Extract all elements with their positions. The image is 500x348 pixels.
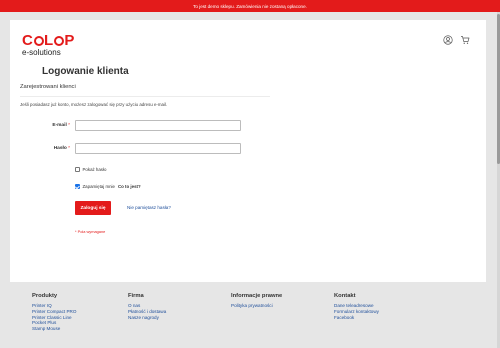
remember-me-row: Zapamiętaj mnie Co to jest? bbox=[75, 184, 141, 189]
footer-column-title: Firma bbox=[128, 293, 144, 299]
footer-link[interactable]: Polityka prywatności bbox=[231, 303, 282, 309]
logo-o-ring bbox=[33, 36, 44, 46]
footer-column-legal: Informacje prawne Polityka prywatności bbox=[231, 293, 282, 309]
header-icons bbox=[443, 35, 470, 45]
show-password-row: Pokaż hasło bbox=[75, 167, 106, 172]
password-label-text: Hasło bbox=[53, 146, 67, 151]
required-asterisk: * bbox=[68, 146, 70, 151]
logo-o-ring bbox=[53, 36, 64, 46]
footer-column-title: Informacje prawne bbox=[231, 293, 283, 299]
footer-link[interactable]: Płatność i dostawa bbox=[128, 309, 166, 315]
password-label: Hasło * bbox=[10, 146, 70, 151]
logo-letter-p: P bbox=[64, 32, 75, 49]
required-asterisk: * bbox=[68, 123, 70, 128]
remember-me-label: Zapamiętaj mnie bbox=[82, 184, 115, 189]
login-button[interactable]: Zaloguj się bbox=[75, 201, 111, 215]
footer-column-contact: Kontakt Dane teleadresowe Formularz kont… bbox=[334, 293, 379, 320]
section-divider bbox=[20, 96, 270, 97]
what-is-this-link[interactable]: Co to jest? bbox=[118, 184, 141, 189]
logo-letter-l: L bbox=[44, 32, 54, 49]
intro-text: Jeśli posiadasz już konto, możesz zalogo… bbox=[20, 102, 168, 107]
forgot-password-link[interactable]: Nie pamiętasz hasła? bbox=[127, 205, 171, 210]
demo-notice-bar: To jest demo sklepu. Zamówienia nie zost… bbox=[0, 0, 500, 12]
footer-column-title: Kontakt bbox=[334, 293, 356, 299]
footer-column-products: Produkty Printer IQ Printer Compact PRO … bbox=[32, 293, 76, 332]
login-page-card: C L P e-solutions Logowanie klienta Zare… bbox=[10, 20, 486, 282]
demo-notice-text: To jest demo sklepu. Zamówienia nie zost… bbox=[193, 3, 307, 9]
logo-letter-c: C bbox=[22, 32, 34, 49]
logo-wordmark: C L P bbox=[22, 32, 75, 49]
footer-link[interactable]: Facebook bbox=[334, 315, 379, 321]
footer-column-company: Firma O nas Płatność i dostawa Nasze nag… bbox=[128, 293, 166, 320]
footer-link[interactable]: Printer Compact PRO bbox=[32, 309, 76, 315]
footer-link[interactable]: Stamp Mouse bbox=[32, 326, 76, 332]
email-label: E-mail * bbox=[10, 123, 70, 128]
show-password-checkbox[interactable] bbox=[75, 167, 80, 172]
password-field[interactable] bbox=[75, 143, 241, 154]
remember-me-checkbox[interactable] bbox=[75, 184, 80, 189]
footer-link[interactable]: Formularz kontaktowy bbox=[334, 309, 379, 315]
user-icon[interactable] bbox=[443, 35, 453, 45]
email-label-text: E-mail bbox=[52, 123, 67, 128]
footer-link[interactable]: Dane teleadresowe bbox=[334, 303, 379, 309]
colop-logo[interactable]: C L P e-solutions bbox=[22, 32, 75, 57]
required-fields-note: * Pola wymagane bbox=[75, 229, 106, 234]
page-title: Logowanie klienta bbox=[42, 66, 129, 77]
section-title: Zarejestrowani klienci bbox=[20, 84, 76, 90]
email-field[interactable] bbox=[75, 120, 241, 131]
show-password-label: Pokaż hasło bbox=[82, 167, 107, 172]
footer-column-title: Produkty bbox=[32, 293, 58, 299]
cart-icon[interactable] bbox=[460, 35, 470, 45]
footer-link[interactable]: Nasze nagrody bbox=[128, 315, 166, 321]
logo-subtitle: e-solutions bbox=[22, 48, 61, 57]
